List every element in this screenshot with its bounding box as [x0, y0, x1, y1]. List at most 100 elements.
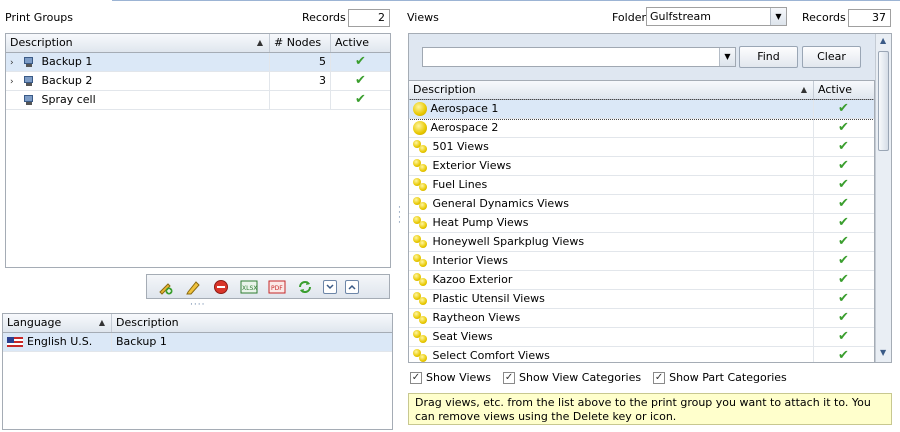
- view-row[interactable]: Aerospace 2 ✔: [409, 119, 874, 138]
- views-scrollbar[interactable]: ▲ ▼: [875, 34, 891, 362]
- show-part-categories-checkbox[interactable]: ✓ Show Part Categories: [653, 371, 787, 384]
- find-button[interactable]: Find: [739, 46, 798, 68]
- vertical-splitter-grip[interactable]: · · · ·: [398, 204, 402, 228]
- view-row[interactable]: Raytheon Views ✔: [409, 309, 874, 328]
- print-groups-header: Description ▲ # Nodes Active: [6, 34, 390, 53]
- search-dropdown-arrow-icon[interactable]: ▼: [719, 48, 735, 66]
- add-icon[interactable]: [155, 277, 175, 297]
- col-view-active-header[interactable]: Active: [814, 81, 873, 99]
- col-active-header[interactable]: Active: [331, 34, 390, 52]
- horizontal-splitter-grip[interactable]: ····: [190, 301, 206, 310]
- view-row[interactable]: Kazoo Exterior ✔: [409, 271, 874, 290]
- scroll-down-icon[interactable]: ▼: [880, 348, 886, 357]
- print-group-name: Backup 1: [41, 55, 93, 68]
- active-check-icon: ✔: [838, 196, 849, 211]
- view-category-icon: [413, 349, 429, 362]
- view-category-icon: [413, 330, 429, 344]
- view-name: Aerospace 1: [430, 102, 499, 115]
- export-excel-icon[interactable]: XLSX: [239, 277, 259, 297]
- col-view-description-header[interactable]: Description ▲: [409, 81, 814, 99]
- folder-select[interactable]: Gulfstream ▼: [646, 7, 787, 26]
- table-row[interactable]: English U.S. Backup 1: [3, 333, 392, 352]
- view-filter-options: ✓ Show Views ✓ Show View Categories ✓ Show …: [410, 371, 787, 384]
- view-name: Aerospace 2: [430, 121, 499, 134]
- active-check-icon: ✔: [838, 291, 849, 306]
- view-row[interactable]: Plastic Utensil Views ✔: [409, 290, 874, 309]
- expand-chevron-icon[interactable]: ›: [10, 73, 22, 90]
- view-name: Heat Pump Views: [432, 216, 529, 229]
- checkbox-checked-icon[interactable]: ✓: [503, 372, 516, 384]
- views-grid[interactable]: Description ▲ Active Aerospace 1 ✔ Aerospa…: [409, 80, 875, 362]
- view-row[interactable]: Aerospace 1 ✔: [409, 99, 874, 120]
- chevron-up-icon[interactable]: [345, 279, 359, 294]
- view-category-icon: [413, 216, 429, 230]
- view-row[interactable]: Fuel Lines ✔: [409, 176, 874, 195]
- edit-icon[interactable]: [183, 277, 203, 297]
- views-panel: ▼ Find Clear Description ▲ Active Aerospa…: [408, 33, 892, 363]
- view-name: Kazoo Exterior: [432, 273, 513, 286]
- view-name: Interior Views: [432, 254, 508, 267]
- active-check-icon: ✔: [355, 54, 366, 69]
- print-group-name: Backup 2: [41, 74, 93, 87]
- view-row[interactable]: Heat Pump Views ✔: [409, 214, 874, 233]
- lang-description-cell: Backup 1: [116, 335, 167, 348]
- sort-asc-icon: ▲: [98, 318, 105, 327]
- export-pdf-icon[interactable]: PDF: [267, 277, 287, 297]
- view-name: Fuel Lines: [432, 178, 488, 191]
- scroll-up-icon[interactable]: ▲: [880, 36, 886, 45]
- print-groups-toolbar: XLSX PDF: [146, 274, 390, 299]
- checkbox-checked-icon[interactable]: ✓: [410, 372, 422, 384]
- show-views-checkbox[interactable]: ✓ Show Views: [410, 371, 491, 384]
- view-category-icon: [413, 159, 429, 173]
- print-groups-records-count: 2: [348, 9, 390, 27]
- col-description-header[interactable]: Description ▲: [6, 34, 270, 52]
- view-name: Raytheon Views: [432, 311, 521, 324]
- active-check-icon: ✔: [355, 92, 366, 107]
- col-lang-description-header[interactable]: Description: [112, 314, 392, 332]
- active-check-icon: ✔: [838, 120, 849, 135]
- view-row[interactable]: Select Comfort Views ✔: [409, 347, 874, 362]
- view-row[interactable]: Interior Views ✔: [409, 252, 874, 271]
- views-records-count: 37: [848, 9, 891, 27]
- view-category-icon: [413, 197, 429, 211]
- view-row[interactable]: 501 Views ✔: [409, 138, 874, 157]
- active-check-icon: ✔: [838, 234, 849, 249]
- view-category-icon: [413, 273, 429, 287]
- drag-hint: Drag views, etc. from the list above to …: [408, 393, 892, 425]
- col-language-header[interactable]: Language ▲: [3, 314, 112, 332]
- view-name: Select Comfort Views: [432, 349, 550, 362]
- view-row[interactable]: General Dynamics Views ✔: [409, 195, 874, 214]
- view-row[interactable]: Exterior Views ✔: [409, 157, 874, 176]
- view-category-icon: [413, 140, 429, 154]
- view-name: 501 Views: [432, 140, 489, 153]
- active-check-icon: ✔: [838, 101, 849, 116]
- language-grid[interactable]: Language ▲ Description English U.S. Backu…: [2, 313, 393, 430]
- print-groups-title: Print Groups: [5, 11, 74, 24]
- print-group-name: Spray cell: [41, 93, 96, 106]
- view-category-icon: [413, 178, 429, 192]
- node-count-cell: 3: [270, 72, 331, 90]
- dropdown-arrow-icon[interactable]: ▼: [770, 8, 786, 25]
- checkbox-checked-icon[interactable]: ✓: [653, 372, 666, 384]
- refresh-icon[interactable]: [295, 277, 315, 297]
- view-category-icon: [413, 292, 429, 306]
- active-check-icon: ✔: [838, 177, 849, 192]
- clear-button[interactable]: Clear: [802, 46, 861, 68]
- chevron-down-icon[interactable]: [323, 279, 337, 294]
- table-row[interactable]: Spray cell ✔: [6, 91, 390, 110]
- col-nodes-header[interactable]: # Nodes: [270, 34, 331, 52]
- views-search-input[interactable]: [423, 48, 717, 66]
- table-row[interactable]: › Backup 1 5 ✔: [6, 53, 390, 72]
- table-row[interactable]: › Backup 2 3 ✔: [6, 72, 390, 91]
- views-search-combo[interactable]: ▼: [422, 47, 736, 67]
- us-flag-icon: [7, 337, 23, 347]
- view-row[interactable]: Honeywell Sparkplug Views ✔: [409, 233, 874, 252]
- expand-chevron-icon[interactable]: ›: [10, 54, 22, 71]
- views-records-label: Records: [802, 11, 846, 24]
- print-groups-grid[interactable]: Description ▲ # Nodes Active › Backup 1 5 ✔…: [5, 33, 391, 268]
- scrollbar-thumb[interactable]: [878, 51, 889, 151]
- delete-icon[interactable]: [211, 277, 231, 297]
- view-row[interactable]: Seat Views ✔: [409, 328, 874, 347]
- show-view-categories-checkbox[interactable]: ✓ Show View Categories: [503, 371, 641, 384]
- active-check-icon: ✔: [838, 348, 849, 362]
